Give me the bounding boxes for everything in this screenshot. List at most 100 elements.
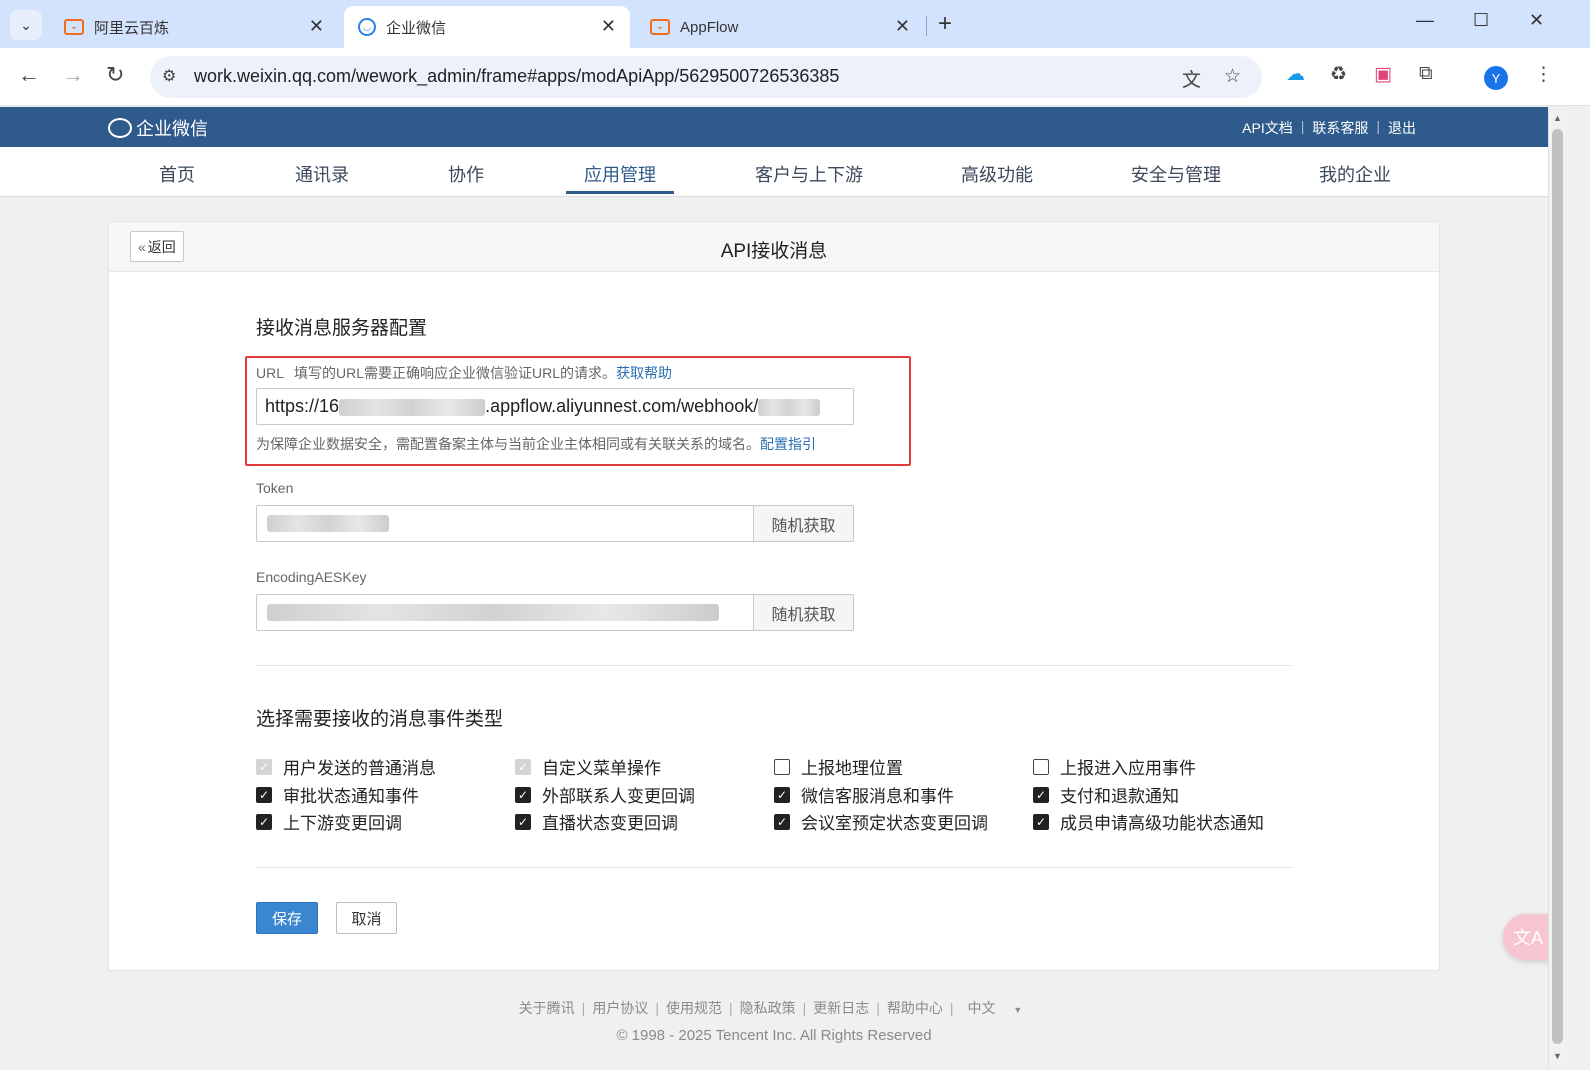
footer-link-agreement[interactable]: 用户协议 xyxy=(585,1000,655,1016)
event-checkbox[interactable]: 上报进入应用事件 xyxy=(1033,754,1196,779)
translate-extension-icon[interactable]: ▣ xyxy=(1374,63,1392,86)
event-checkbox[interactable]: 上报地理位置 xyxy=(774,754,903,779)
wework-icon: ◡ xyxy=(358,18,376,36)
checkbox-box[interactable]: ✓ xyxy=(1033,786,1049,803)
nav-home[interactable]: 首页 xyxy=(159,161,195,187)
checkbox-box[interactable]: ✓ xyxy=(1033,813,1049,830)
scroll-up-icon[interactable]: ▲ xyxy=(1553,113,1562,123)
footer-link-help[interactable]: 帮助中心 xyxy=(880,1000,950,1016)
nav-contacts[interactable]: 通讯录 xyxy=(295,161,349,187)
page-title: API接收消息 xyxy=(720,241,828,262)
checkbox-box[interactable]: ✓ xyxy=(774,786,790,803)
checkmark-icon: ✓ xyxy=(258,759,270,774)
section-divider xyxy=(256,867,1292,868)
recycle-extension-icon[interactable]: ♻ xyxy=(1330,63,1347,86)
footer-link-privacy[interactable]: 隐私政策 xyxy=(733,1000,803,1016)
event-checkbox-label: 成员申请高级功能状态通知 xyxy=(1060,814,1264,833)
aeskey-random-button[interactable]: 随机获取 xyxy=(753,595,853,630)
close-icon[interactable]: ✕ xyxy=(895,16,910,37)
new-tab-icon[interactable]: + xyxy=(938,10,952,38)
nav-my-company[interactable]: 我的企业 xyxy=(1319,161,1391,187)
cloud-extension-icon[interactable]: ☁ xyxy=(1286,63,1305,86)
config-guide-link[interactable]: 配置指引 xyxy=(760,436,816,452)
logout-link[interactable]: 退出 xyxy=(1380,118,1424,138)
nav-security[interactable]: 安全与管理 xyxy=(1131,161,1221,187)
event-checkbox[interactable]: ✓ 微信客服消息和事件 xyxy=(774,782,954,807)
cancel-button[interactable]: 取消 xyxy=(336,902,397,934)
url-hint: 填写的URL需要正确响应企业微信验证URL的请求。 xyxy=(294,365,617,381)
menu-kebab-icon[interactable]: ⋮ xyxy=(1534,63,1553,86)
event-checkbox[interactable]: ✓ 直播状态变更回调 xyxy=(515,809,678,834)
tab-appflow[interactable]: - AppFlow ✕ xyxy=(636,6,924,48)
maximize-icon[interactable]: ☐ xyxy=(1473,10,1489,31)
event-checkbox-label: 上报进入应用事件 xyxy=(1060,759,1196,778)
checkbox-box[interactable]: ✓ xyxy=(515,786,531,803)
event-checkbox-label: 审批状态通知事件 xyxy=(283,787,419,806)
checkmark-icon: ✓ xyxy=(776,787,788,802)
profile-avatar[interactable]: Y xyxy=(1484,66,1508,90)
site-info-icon[interactable]: ⚙ xyxy=(162,66,176,86)
reload-icon[interactable]: ↻ xyxy=(106,62,124,88)
address-bar[interactable]: ⚙ work.weixin.qq.com/wework_admin/frame#… xyxy=(150,56,1262,98)
window-close-icon[interactable]: ✕ xyxy=(1529,10,1544,31)
token-random-button[interactable]: 随机获取 xyxy=(753,506,853,541)
server-config-title: 接收消息服务器配置 xyxy=(256,318,428,339)
floating-translate-icon[interactable]: 文A xyxy=(1503,914,1553,960)
url-text[interactable]: work.weixin.qq.com/wework_admin/frame#ap… xyxy=(194,66,839,87)
checkbox-box[interactable]: ✓ xyxy=(256,813,272,830)
checkbox-box[interactable] xyxy=(1033,758,1049,775)
checkbox-box: ✓ xyxy=(256,758,272,775)
extensions-icon[interactable]: ⧉ xyxy=(1419,63,1433,85)
tab-search-button[interactable]: ⌄ xyxy=(10,10,42,40)
close-icon[interactable]: ✕ xyxy=(309,16,324,37)
language-select[interactable]: 中文 ▼ xyxy=(954,1000,1037,1016)
translate-icon[interactable]: 文 xyxy=(1182,65,1201,92)
checkbox-box: ✓ xyxy=(515,758,531,775)
event-checkbox[interactable]: ✓ 上下游变更回调 xyxy=(256,809,402,834)
event-checkbox[interactable]: ✓ 外部联系人变更回调 xyxy=(515,782,695,807)
checkbox-box[interactable] xyxy=(774,758,790,775)
page-scrollbar[interactable]: ▲ ▼ xyxy=(1548,107,1566,1070)
bookmark-star-icon[interactable]: ☆ xyxy=(1224,65,1241,88)
footer-link-about[interactable]: 关于腾讯 xyxy=(512,1000,582,1016)
event-checkbox[interactable]: ✓ 审批状态通知事件 xyxy=(256,782,419,807)
api-docs-link[interactable]: API文档 xyxy=(1234,118,1301,138)
event-checkbox[interactable]: ✓ 会议室预定状态变更回调 xyxy=(774,809,988,834)
checkmark-icon: ✓ xyxy=(1035,814,1047,829)
close-icon[interactable]: ✕ xyxy=(601,16,616,37)
get-help-link[interactable]: 获取帮助 xyxy=(616,365,672,381)
event-checkbox[interactable]: ✓ 支付和退款通知 xyxy=(1033,782,1179,807)
minimize-icon[interactable]: — xyxy=(1416,10,1434,31)
wework-logo[interactable]: 企业微信 xyxy=(108,115,208,141)
footer-link-rules[interactable]: 使用规范 xyxy=(659,1000,729,1016)
nav-customers[interactable]: 客户与上下游 xyxy=(755,161,863,187)
checkmark-icon: ✓ xyxy=(1035,787,1047,802)
aeskey-input[interactable]: 随机获取 xyxy=(256,594,854,631)
wework-logo-icon xyxy=(108,118,132,138)
checkbox-box[interactable]: ✓ xyxy=(256,786,272,803)
scroll-down-icon[interactable]: ▼ xyxy=(1553,1051,1562,1061)
nav-advanced[interactable]: 高级功能 xyxy=(961,161,1033,187)
scrollbar-thumb[interactable] xyxy=(1552,129,1563,1044)
checkbox-box[interactable]: ✓ xyxy=(774,813,790,830)
tab-wework[interactable]: ◡ 企业微信 ✕ xyxy=(344,6,630,48)
url-input[interactable]: https://16 .appflow.aliyunnest.com/webhoo… xyxy=(256,388,854,425)
checkbox-box[interactable]: ✓ xyxy=(515,813,531,830)
checkmark-icon: ✓ xyxy=(776,814,788,829)
active-nav-indicator xyxy=(566,191,674,194)
save-button[interactable]: 保存 xyxy=(256,902,318,934)
footer-link-changelog[interactable]: 更新日志 xyxy=(806,1000,876,1016)
tab-aliyun-bailian[interactable]: - 阿里云百炼 ✕ xyxy=(50,6,338,48)
url-note-text: 为保障企业数据安全，需配置备案主体与当前企业主体相同或有关联关系的域名。 xyxy=(256,436,760,452)
forward-arrow-icon[interactable]: → xyxy=(62,62,84,88)
back-arrow-icon[interactable]: ← xyxy=(18,62,40,88)
contact-support-link[interactable]: 联系客服 xyxy=(1304,118,1376,138)
nav-app-management[interactable]: 应用管理 xyxy=(584,161,656,187)
nav-collaboration[interactable]: 协作 xyxy=(448,161,484,187)
url-value-prefix: https://16 xyxy=(265,396,340,416)
token-input[interactable]: 随机获取 xyxy=(256,505,854,542)
event-checkbox-label: 微信客服消息和事件 xyxy=(801,787,954,806)
url-value-middle: .appflow.aliyunnest.com/webhook/ xyxy=(485,396,759,416)
event-checkbox: ✓ 自定义菜单操作 xyxy=(515,754,661,779)
event-checkbox[interactable]: ✓ 成员申请高级功能状态通知 xyxy=(1033,809,1264,834)
